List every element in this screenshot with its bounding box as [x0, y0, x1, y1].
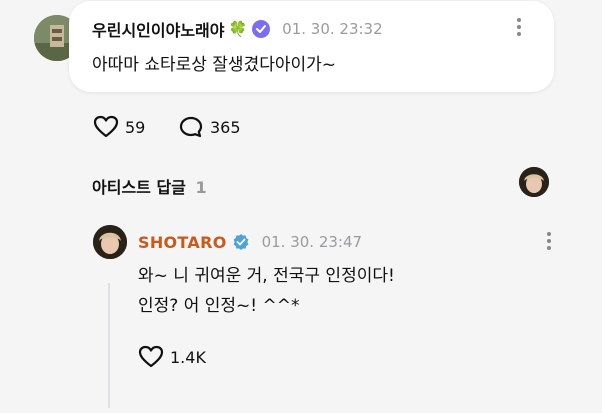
- fan-reply-button[interactable]: 365: [178, 115, 241, 139]
- artist-replies-title: 아티스트 답글: [92, 178, 186, 197]
- fan-username[interactable]: 우린시인이야노래야: [92, 17, 224, 41]
- artist-avatar-small[interactable]: [519, 167, 549, 197]
- artist-name[interactable]: SHOTARO: [138, 233, 227, 252]
- fan-like-count: 59: [125, 117, 146, 137]
- fan-comment-header: 우린시인이야노래야 🍀 01. 30. 23:32: [92, 18, 383, 40]
- fan-comment-timestamp: 01. 30. 23:32: [282, 20, 383, 38]
- fan-like-button[interactable]: 59: [93, 115, 145, 139]
- fan-reply-count: 365: [210, 117, 241, 137]
- artist-reply-timestamp: 01. 30. 23:47: [261, 233, 363, 251]
- heart-icon: [138, 345, 164, 368]
- clover-icon: 🍀: [228, 20, 248, 38]
- fan-comment-text: 아따마 쇼타로상 잘생겼다아이가~: [92, 55, 337, 75]
- artist-reply-text: 와~ 니 귀여운 거, 전국구 인정이다! 인정? 어 인정~! ^^*: [138, 261, 395, 321]
- artist-reply-header: SHOTARO 01. 30. 23:47: [138, 231, 362, 253]
- heart-icon: [93, 115, 119, 138]
- speech-bubble-icon: [179, 116, 203, 138]
- artist-replies-heading: 아티스트 답글 1: [92, 174, 207, 198]
- membership-badge-icon: [252, 20, 271, 38]
- artist-reply-line-1: 와~ 니 귀여운 거, 전국구 인정이다!: [138, 266, 395, 286]
- artist-like-count: 1.4K: [170, 347, 206, 367]
- more-vertical-icon[interactable]: [546, 232, 552, 252]
- fan-comment-card: [69, 1, 554, 92]
- artist-replies-count: 1: [195, 178, 207, 197]
- artist-avatar[interactable]: [93, 225, 127, 259]
- more-vertical-icon[interactable]: [516, 18, 522, 38]
- artist-reply-line-2: 인정? 어 인정~! ^^*: [138, 296, 300, 316]
- verified-icon: [233, 234, 248, 250]
- thread-line: [108, 283, 110, 408]
- artist-like-button[interactable]: 1.4K: [138, 345, 206, 369]
